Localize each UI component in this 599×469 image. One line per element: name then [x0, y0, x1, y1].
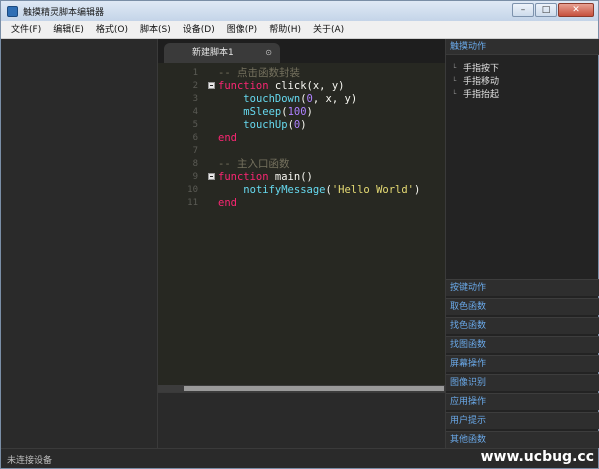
- right-panel: 触摸动作 └ 手指按下 └ 手指移动 └ 手指抬起 按键动作 取色函数 找色函数…: [445, 39, 599, 448]
- code-line-3: touchDown(0, x, y): [243, 93, 358, 105]
- code-editor[interactable]: 1 2 3 4 5 6 7 8 9 10 11 -- 点击函数封装 functi…: [158, 63, 445, 385]
- code-line-8: -- 主入口函数: [218, 158, 290, 170]
- code-line-10: notifyMessage('Hello World'): [243, 184, 421, 196]
- code-line-1: -- 点击函数封装: [218, 67, 300, 79]
- line-number: 2: [192, 81, 198, 91]
- section-color-pick[interactable]: 取色函数: [446, 298, 599, 315]
- tree-item-label: 手指按下: [463, 64, 500, 74]
- tab-close-icon[interactable]: ⊙: [265, 43, 272, 63]
- line-gutter: 1 2 3 4 5 6 7 8 9 10 11: [158, 63, 204, 385]
- tree-item-label: 手指移动: [463, 77, 500, 87]
- tree-item-finger-up[interactable]: └ 手指抬起: [452, 87, 500, 101]
- line-number: 8: [192, 159, 198, 169]
- connection-status: 未连接设备: [7, 456, 53, 466]
- menu-bar: 文件(F) 编辑(E) 格式(O) 脚本(S) 设备(D) 图像(P) 帮助(H…: [1, 21, 598, 39]
- editor-area: 新建脚本1 ⊙ 1 2 3 4 5 6 7 8 9 10 11 -- 点击函数封…: [158, 39, 445, 448]
- app-logo-icon: [7, 5, 18, 17]
- window-title: 触摸精灵脚本编辑器: [23, 7, 105, 18]
- code-line-4: mSleep(100): [243, 106, 313, 118]
- section-screen-ops[interactable]: 屏幕操作: [446, 355, 599, 372]
- code-line-6: end: [218, 132, 237, 144]
- fold-toggle-icon[interactable]: [208, 82, 215, 89]
- tab-label: 新建脚本1: [192, 48, 234, 58]
- line-number: 5: [192, 120, 198, 130]
- watermark-text: www.ucbug.cc: [480, 449, 594, 465]
- section-image-recognition[interactable]: 图像识别: [446, 374, 599, 391]
- main-area: 新建脚本1 ⊙ 1 2 3 4 5 6 7 8 9 10 11 -- 点击函数封…: [1, 39, 599, 448]
- menu-help[interactable]: 帮助(H): [263, 21, 307, 39]
- app-window: 触摸精灵脚本编辑器 – □ ✕ 文件(F) 编辑(E) 格式(O) 脚本(S) …: [0, 0, 599, 469]
- tree-branch-icon: └: [452, 63, 457, 72]
- action-tree: └ 手指按下 └ 手指移动 └ 手指抬起: [452, 61, 500, 101]
- minimize-button[interactable]: –: [512, 3, 534, 17]
- code-line-2: function click(x, y): [218, 80, 345, 92]
- menu-script[interactable]: 脚本(S): [134, 21, 177, 39]
- line-number: 7: [192, 146, 198, 156]
- tree-item-finger-down[interactable]: └ 手指按下: [452, 61, 500, 75]
- code-line-9: function main(): [218, 171, 313, 183]
- menu-image[interactable]: 图像(P): [221, 21, 263, 39]
- panel-header-touch-actions[interactable]: 触摸动作: [446, 39, 599, 55]
- section-other-functions[interactable]: 其他函数: [446, 431, 599, 448]
- code-line-11: end: [218, 197, 237, 209]
- section-user-prompt[interactable]: 用户提示: [446, 412, 599, 429]
- scrollbar-thumb[interactable]: [184, 386, 444, 391]
- maximize-button[interactable]: □: [535, 3, 557, 17]
- line-number: 10: [187, 185, 198, 195]
- menu-file[interactable]: 文件(F): [5, 21, 47, 39]
- section-find-image[interactable]: 找图函数: [446, 336, 599, 353]
- menu-about[interactable]: 关于(A): [307, 21, 350, 39]
- tree-item-label: 手指抬起: [463, 90, 500, 100]
- line-number: 6: [192, 133, 198, 143]
- line-number: 1: [192, 68, 198, 78]
- section-key-actions[interactable]: 按键动作: [446, 279, 599, 296]
- line-number: 11: [187, 198, 198, 208]
- section-app-ops[interactable]: 应用操作: [446, 393, 599, 410]
- tree-branch-icon: └: [452, 89, 457, 98]
- left-panel: [1, 39, 158, 448]
- tab-new-script[interactable]: 新建脚本1 ⊙: [164, 43, 280, 63]
- line-number: 3: [192, 94, 198, 104]
- menu-format[interactable]: 格式(O): [90, 21, 134, 39]
- tab-bar: 新建脚本1 ⊙: [158, 39, 445, 63]
- status-bar: 未连接设备 www.ucbug.cc: [1, 448, 598, 468]
- section-find-color[interactable]: 找色函数: [446, 317, 599, 334]
- menu-device[interactable]: 设备(D): [177, 21, 221, 39]
- tree-item-finger-move[interactable]: └ 手指移动: [452, 74, 500, 88]
- output-panel: [158, 392, 445, 448]
- code-line-5: touchUp(0): [243, 119, 307, 131]
- fold-toggle-icon[interactable]: [208, 173, 215, 180]
- line-number: 4: [192, 107, 198, 117]
- close-button[interactable]: ✕: [558, 3, 594, 17]
- line-number: 9: [192, 172, 198, 182]
- horizontal-scrollbar[interactable]: [158, 385, 445, 392]
- menu-edit[interactable]: 编辑(E): [47, 21, 90, 39]
- title-bar: 触摸精灵脚本编辑器 – □ ✕: [1, 1, 598, 21]
- tree-branch-icon: └: [452, 76, 457, 85]
